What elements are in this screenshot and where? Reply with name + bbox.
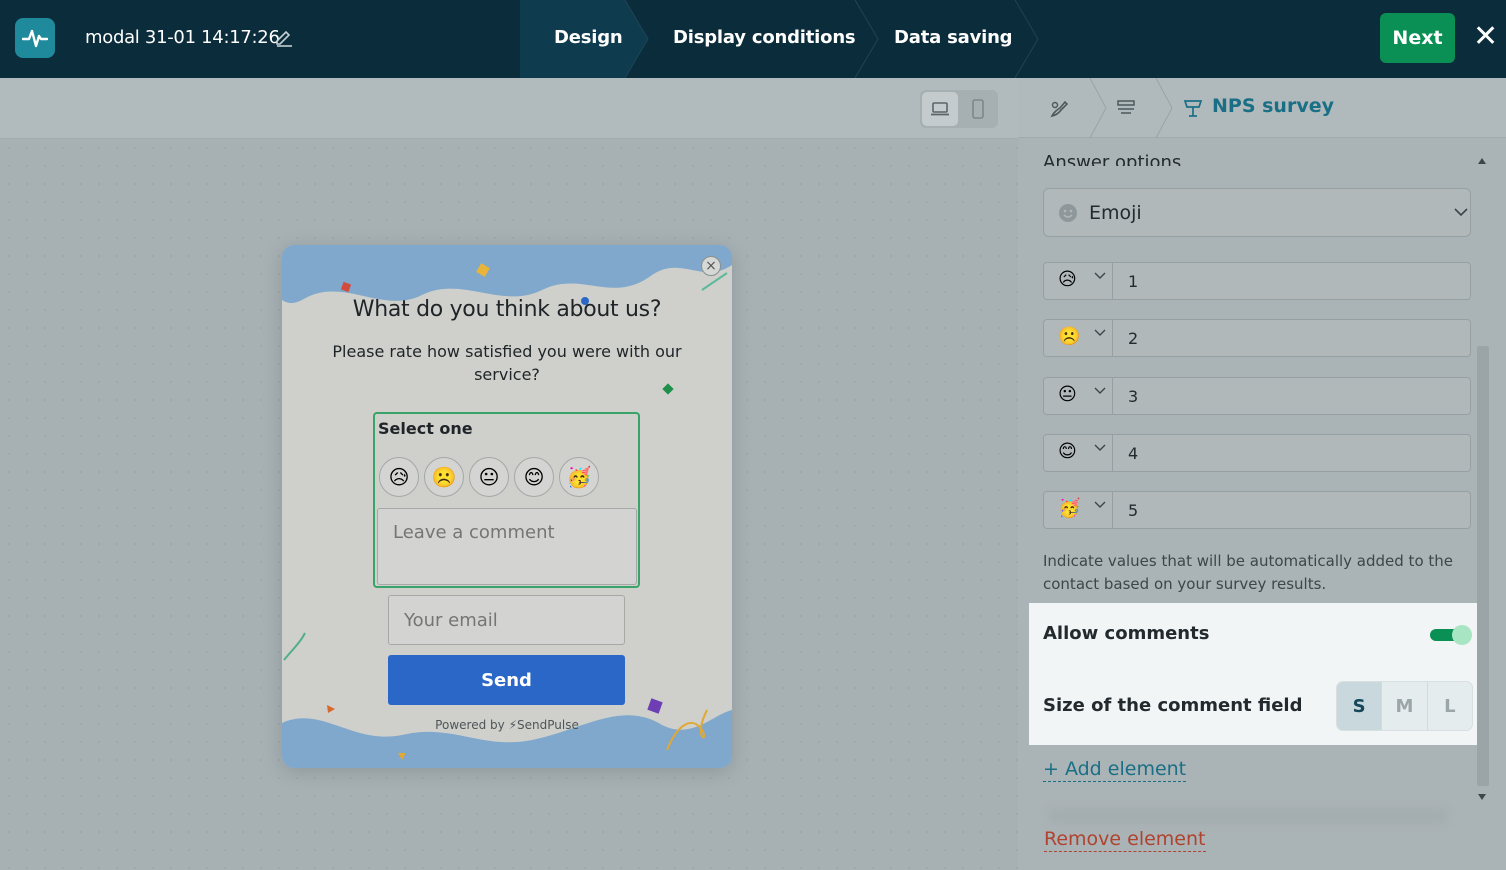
settings-panel: NPS survey Answer options Emoji 😥 1 ☹️ 2… [1018, 78, 1506, 870]
answer-option-row[interactable]: 😊 4 [1043, 434, 1471, 472]
wizard-steps: Design Display conditions Data saving [520, 0, 1040, 78]
answer-options-label: Answer options [1043, 152, 1182, 166]
comment-textarea[interactable] [377, 508, 637, 585]
size-option-m[interactable]: M [1382, 682, 1428, 730]
option-emoji[interactable]: ☹️ [1058, 326, 1080, 347]
option-emoji[interactable]: 🥳 [1058, 498, 1080, 519]
chevron-down-icon [1094, 444, 1106, 451]
emoji-option-1[interactable]: 😥 [379, 457, 419, 497]
email-field[interactable] [388, 595, 625, 645]
survey-modal-preview: × What do you think about us? Please rat… [282, 245, 732, 768]
pencil-icon[interactable] [274, 27, 294, 51]
scroll-up-icon[interactable] [1478, 158, 1486, 164]
breadcrumb-separator [1089, 78, 1107, 138]
chevron-down-icon [1094, 272, 1106, 279]
device-toggle [920, 90, 998, 128]
lightning-icon: ⚡ [508, 718, 517, 732]
tab-data-saving[interactable]: Data saving [894, 27, 1013, 48]
select-one-label: Select one [378, 419, 473, 438]
answer-type-select[interactable]: Emoji [1043, 188, 1471, 237]
breadcrumb-title: NPS survey [1212, 95, 1334, 117]
brush-icon[interactable] [1048, 98, 1070, 120]
panel-breadcrumb: NPS survey [1018, 78, 1506, 138]
comment-settings-group: Allow comments Size of the comment field… [1029, 603, 1477, 745]
chevron-down-icon [1094, 387, 1106, 394]
remove-element-link[interactable]: Remove element [1044, 828, 1206, 852]
option-value[interactable]: 1 [1128, 272, 1138, 291]
nps-survey-icon [1183, 100, 1203, 117]
send-button[interactable]: Send [388, 655, 625, 705]
option-emoji[interactable]: 😥 [1058, 269, 1077, 290]
form-block-icon[interactable] [1116, 98, 1136, 118]
brand-name: SendPulse [517, 718, 579, 732]
tab-display-conditions[interactable]: Display conditions [673, 27, 856, 48]
answer-type-value: Emoji [1089, 202, 1142, 224]
close-icon[interactable]: ✕ [1473, 22, 1498, 52]
emoji-option-2[interactable]: ☹️ [424, 457, 464, 497]
scroll-down-icon[interactable] [1478, 794, 1486, 800]
panel-scrollbar[interactable] [1475, 158, 1489, 802]
top-bar: modal 31-01 14:17:26 Design Display cond… [0, 0, 1506, 78]
emoji-option-4[interactable]: 😊 [514, 457, 554, 497]
chevron-down-icon [1454, 208, 1468, 217]
breadcrumb-separator [1155, 78, 1173, 138]
option-value[interactable]: 4 [1128, 444, 1138, 463]
size-option-s[interactable]: S [1337, 682, 1383, 730]
size-option-l[interactable]: L [1428, 682, 1472, 730]
form-title: modal 31-01 14:17:26 [85, 27, 280, 48]
emoji-rating-row: 😥 ☹️ 😐 😊 🥳 [379, 457, 599, 497]
answer-option-row[interactable]: 😥 1 [1043, 262, 1471, 300]
add-element-link[interactable]: + Add element [1043, 758, 1187, 782]
option-value[interactable]: 5 [1128, 501, 1138, 520]
option-value[interactable]: 2 [1128, 329, 1138, 348]
canvas-toolbar [0, 78, 1018, 139]
modal-close-icon[interactable]: × [701, 256, 721, 276]
powered-by-label: Powered by [435, 718, 505, 732]
comment-size-selector: S M L [1336, 681, 1473, 731]
answer-options-hint: Indicate values that will be automatical… [1043, 552, 1454, 593]
option-emoji[interactable]: 😐 [1058, 384, 1077, 405]
pulse-logo-icon[interactable] [15, 18, 55, 58]
survey-block[interactable]: Select one 😥 ☹️ 😐 😊 🥳 [373, 412, 640, 588]
comment-size-label: Size of the comment field [1043, 695, 1303, 716]
desktop-view-icon[interactable] [922, 92, 958, 126]
answer-option-row[interactable]: ☹️ 2 [1043, 319, 1471, 357]
scroll-fade [1048, 808, 1448, 824]
scrollbar-thumb[interactable] [1477, 346, 1489, 786]
survey-question-subtitle: Please rate how satisfied you were with … [332, 342, 682, 384]
smiley-icon [1059, 204, 1077, 222]
answer-option-row[interactable]: 😐 3 [1043, 377, 1471, 415]
answer-option-row[interactable]: 🥳 5 [1043, 491, 1471, 529]
chevron-down-icon [1094, 501, 1106, 508]
emoji-option-5[interactable]: 🥳 [559, 457, 599, 497]
powered-by: Powered by ⚡SendPulse [282, 718, 732, 732]
allow-comments-toggle[interactable] [1429, 624, 1473, 646]
tab-design[interactable]: Design [554, 27, 623, 48]
option-value[interactable]: 3 [1128, 387, 1138, 406]
option-emoji[interactable]: 😊 [1058, 441, 1077, 462]
allow-comments-label: Allow comments [1043, 623, 1210, 644]
mobile-view-icon[interactable] [960, 92, 996, 126]
chevron-down-icon [1094, 329, 1106, 336]
survey-question-title: What do you think about us? [352, 297, 662, 322]
next-button[interactable]: Next [1380, 13, 1455, 63]
emoji-option-3[interactable]: 😐 [469, 457, 509, 497]
